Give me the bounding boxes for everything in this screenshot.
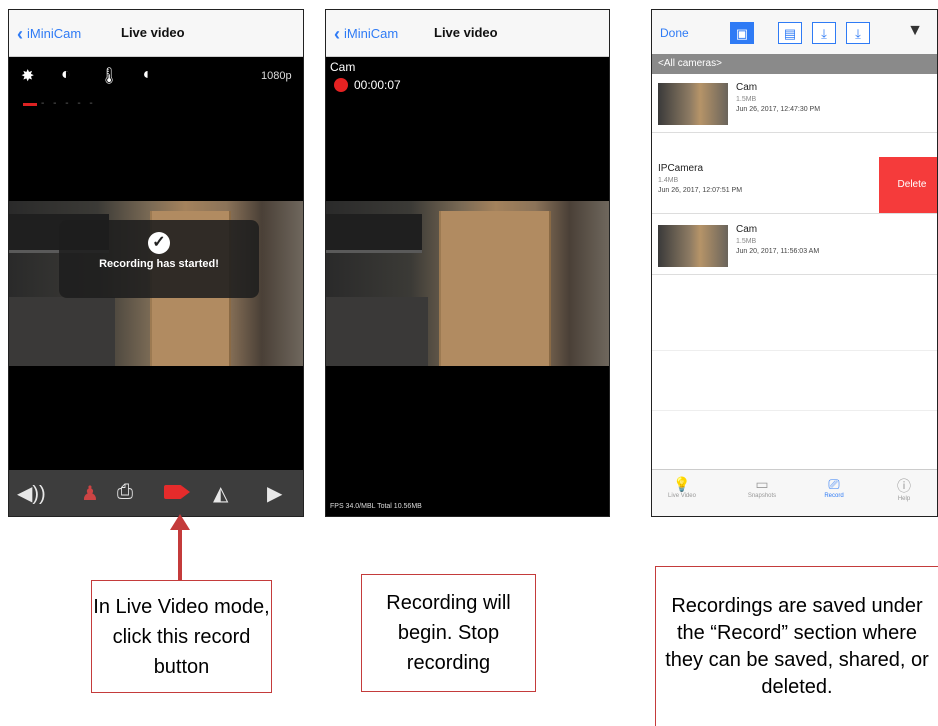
recording-date: Jun 26, 2017, 12:07:51 PM (658, 187, 743, 194)
mic-icon[interactable]: ♟ (81, 481, 99, 506)
back-button[interactable]: ‹ iMiniCam (17, 24, 81, 45)
temperature-icon[interactable]: 🌡 (99, 66, 119, 86)
nav-title: Live video (121, 25, 185, 40)
tab-label: Live Video (668, 493, 696, 499)
arrow-shaft (178, 522, 182, 580)
callout-record-button: In Live Video mode, click this record bu… (91, 580, 272, 693)
tab-label: Record (824, 493, 844, 499)
filter-icon[interactable]: ▼ (907, 22, 923, 40)
callout-text: In Live Video mode, click this record bu… (93, 595, 270, 678)
snapshot-icon[interactable]: ⎙ (117, 481, 133, 504)
download-icon[interactable]: ⤓ (846, 22, 870, 44)
recording-date: Jun 26, 2017, 12:47:30 PM (736, 106, 821, 113)
camera-icon: ⎚ (828, 476, 840, 492)
chevron-left-icon: ‹ (17, 24, 23, 44)
delete-button[interactable]: Delete (879, 157, 937, 213)
tab-record[interactable]: ⎚ Record (804, 476, 864, 499)
level-dashes: - - - - - (41, 98, 96, 109)
brightness-icon[interactable]: ✸ (21, 66, 34, 86)
check-circle-icon: ✓ (148, 232, 170, 254)
contrast-icon[interactable]: ◐ (61, 66, 71, 84)
recording-date: Jun 20, 2017, 11:56:03 AM (736, 248, 820, 255)
back-button[interactable]: ‹ iMiniCam (334, 24, 398, 45)
phone-recording-screen: ‹ iMiniCam Live video Cam 00:00:07 FPS 34… (325, 9, 610, 517)
night-mode-icon[interactable]: ◖ (141, 66, 151, 84)
callout-recordings-saved: Recordings are saved under the “Record” … (655, 566, 938, 726)
done-button[interactable]: Done (660, 26, 689, 40)
recording-item[interactable]: Cam 1.5MB Jun 20, 2017, 11:56:03 AM (652, 218, 937, 275)
nav-bar: ‹ iMiniCam Live video (326, 10, 609, 57)
resolution-label[interactable]: 1080p (261, 70, 292, 82)
delete-icon[interactable]: ▤ (778, 22, 802, 44)
recording-toast: ✓ Recording has started! (59, 220, 259, 298)
phone-live-video-screen: ‹ iMiniCam Live video ✸ ◐ 🌡 ◖ 1080p - - -… (8, 9, 304, 517)
recording-thumbnail (658, 225, 728, 267)
toast-message: Recording has started! (99, 258, 219, 270)
recording-title: Cam (736, 224, 758, 235)
callout-text: Recording will begin. Stop recording (386, 592, 511, 674)
recording-size: 1.4MB (658, 177, 679, 184)
recording-thumbnail (651, 164, 652, 206)
tab-label: Snapshots (747, 493, 777, 499)
camera-controls: ✸ ◐ 🌡 ◖ 1080p (9, 56, 303, 96)
tab-label: Help (897, 496, 911, 502)
tab-help[interactable]: ⓘ Help (874, 476, 934, 502)
record-button[interactable] (164, 485, 190, 499)
recording-size: 1.5MB (736, 96, 757, 103)
phone-recordings-list: Done ▣ ▤ ⤓ ⤓ ▼ <All cameras> Cam 1.5MB J… (651, 9, 938, 517)
tab-snapshots[interactable]: ▭ Snapshots (732, 476, 792, 499)
back-label: iMiniCam (344, 26, 399, 41)
recording-size: 1.5MB (736, 238, 757, 245)
nav-bar: Done ▣ ▤ ⤓ ⤓ ▼ (652, 10, 937, 54)
tab-live-video[interactable]: 💡 Live Video (652, 476, 712, 499)
recording-item[interactable]: IPCamera 1.4MB Jun 26, 2017, 12:07:51 PM… (651, 157, 937, 214)
bulb-icon: 💡 (673, 476, 691, 492)
nav-bar: ‹ iMiniCam Live video (9, 10, 303, 57)
flip-vertical-icon[interactable]: ◭ (213, 481, 228, 506)
speaker-icon[interactable]: ◀)) (17, 481, 46, 506)
video-toolbar: ◀)) ♟ ⎙ ◭ ▶ (9, 470, 303, 516)
camera-name: Cam (330, 60, 356, 74)
view-all-icon[interactable]: ▣ (730, 22, 754, 44)
chevron-left-icon: ‹ (334, 24, 340, 44)
video-feed (326, 201, 609, 366)
recording-title: Cam (736, 82, 758, 93)
tab-bar: 💡 Live Video ▭ Snapshots ⎚ Record ⓘ Help (652, 469, 937, 516)
stream-stats: FPS 34.0/MBL Total 10.56MB (330, 503, 422, 510)
flip-horizontal-icon[interactable]: ▶ (267, 481, 282, 506)
callout-recording-begins: Recording will begin. Stop recording (361, 574, 536, 692)
recording-dot-icon (334, 78, 348, 92)
recording-thumbnail (658, 83, 728, 125)
recording-item[interactable]: Cam 1.5MB Jun 26, 2017, 12:47:30 PM (652, 76, 937, 133)
nav-title: Live video (434, 25, 498, 40)
recording-timer: 00:00:07 (354, 78, 401, 92)
share-icon[interactable]: ⤓ (812, 22, 836, 44)
camera-filter-header[interactable]: <All cameras> (652, 54, 937, 74)
recording-title: IPCamera (658, 163, 704, 174)
image-icon: ▭ (755, 476, 769, 492)
level-indicator (23, 103, 37, 106)
back-label: iMiniCam (27, 26, 82, 41)
callout-text: Recordings are saved under the “Record” … (665, 594, 929, 698)
info-icon: ⓘ (897, 478, 911, 494)
